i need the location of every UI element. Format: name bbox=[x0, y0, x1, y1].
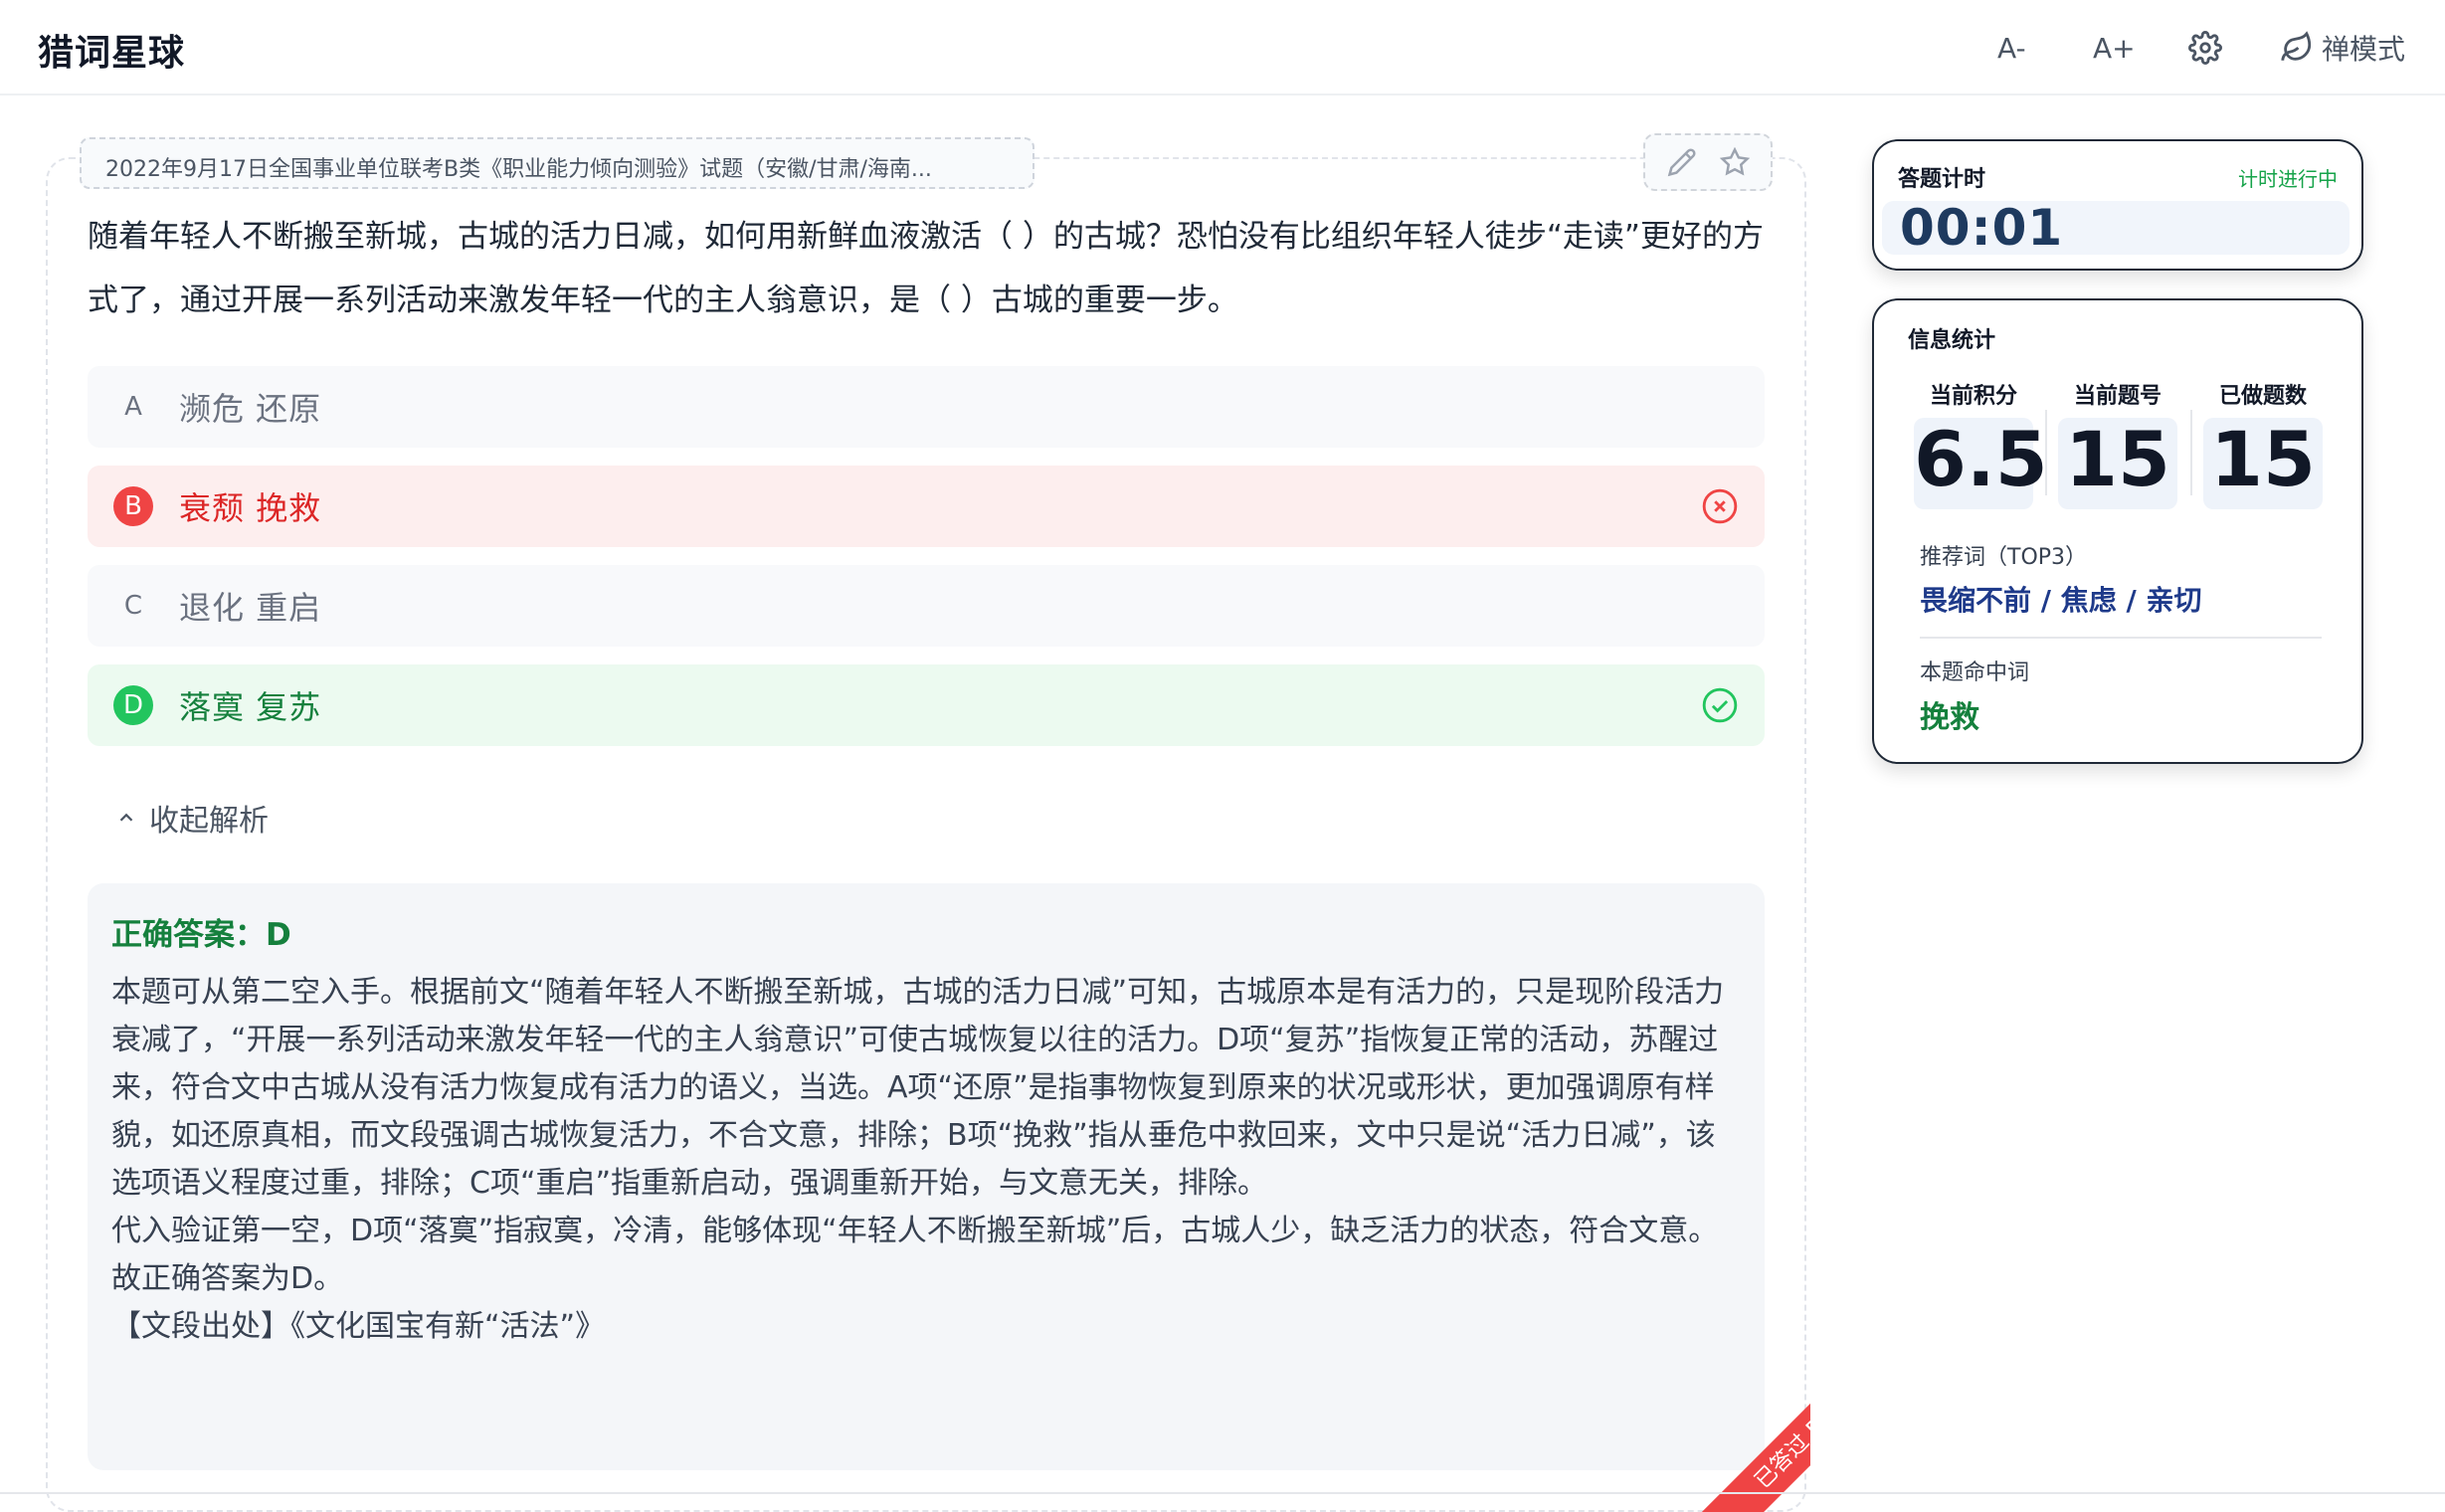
explanation-paragraph: 本题可从第二空入手。根据前文“随着年轻人不断搬至新城，古城的活力日减”可知，古城… bbox=[111, 975, 1725, 1201]
collapse-label: 收起解析 bbox=[149, 804, 269, 839]
star-icon[interactable] bbox=[1719, 147, 1750, 177]
wrong-icon bbox=[1702, 488, 1738, 524]
explanation-paragraph: 【文段出处】《文化国宝有新“活法”》 bbox=[111, 1309, 606, 1344]
chevron-up-icon bbox=[119, 813, 133, 822]
correct-answer-label: 正确答案： bbox=[111, 917, 266, 953]
recommend-label: 推荐词（TOP3） bbox=[1920, 545, 2088, 570]
check-circle-icon bbox=[1702, 687, 1738, 723]
app-title: 猎词星球 bbox=[38, 33, 186, 74]
collapse-explanation-button[interactable]: 收起解析 bbox=[115, 796, 269, 840]
timer-label: 答题计时 bbox=[1898, 167, 1986, 192]
question-tools bbox=[1643, 133, 1773, 191]
stats-panel: 信息统计 当前积分 6.5 当前题号 15 已做题数 15 推荐词（TOP3） … bbox=[1872, 298, 2363, 764]
question-source-tag: 2022年9月17日全国事业单位联考B类《职业能力倾向测验》试题（安徽/甘肃/海… bbox=[80, 137, 1034, 189]
option-d[interactable]: D 落寞 复苏 bbox=[88, 664, 1765, 746]
leaf-icon bbox=[2281, 31, 2312, 61]
option-text: 退化 重启 bbox=[179, 589, 322, 627]
stat-divider bbox=[2190, 410, 2192, 495]
question-stem: 随着年轻人不断搬至新城，古城的活力日减，如何用新鲜血液激活（ ）的古城？恐怕没有… bbox=[88, 219, 1764, 318]
timer-panel: 答题计时 计时进行中 00:01 bbox=[1872, 139, 2363, 271]
stat-value: 15 bbox=[2203, 418, 2323, 509]
option-text: 落寞 复苏 bbox=[179, 688, 322, 726]
zen-mode-button[interactable]: 禅模式 bbox=[2280, 28, 2405, 68]
hit-word-label: 本题命中词 bbox=[1920, 661, 2030, 685]
stat-value: 6.5 bbox=[1914, 418, 2048, 509]
option-letter: A bbox=[124, 392, 142, 422]
hit-word: 挽救 bbox=[1920, 700, 1979, 735]
stat-score: 当前积分 6.5 bbox=[1914, 378, 2048, 509]
zen-mode-label: 禅模式 bbox=[2322, 33, 2406, 66]
correct-answer: 正确答案：D bbox=[111, 909, 291, 954]
timer-value: 00:01 bbox=[1882, 201, 2350, 255]
font-decrease-button[interactable]: A- bbox=[1997, 28, 2026, 68]
font-increase-button[interactable]: A+ bbox=[2093, 28, 2136, 68]
option-b[interactable]: B 衰颓 挽救 bbox=[88, 466, 1765, 547]
stats-title: 信息统计 bbox=[1908, 328, 1996, 353]
option-letter: C bbox=[123, 591, 143, 621]
option-text: 衰颓 挽救 bbox=[179, 489, 322, 527]
timer-status: 计时进行中 bbox=[2238, 167, 2338, 191]
stat-label: 已做题数 bbox=[2218, 384, 2307, 409]
recommend-words: 畏缩不前 / 焦虑 / 亲切 bbox=[1920, 584, 2202, 617]
stat-divider bbox=[2045, 410, 2047, 495]
option-letter: B bbox=[113, 486, 153, 526]
stat-done-count: 已做题数 15 bbox=[2203, 378, 2323, 509]
explanation-text: 本题可从第二空入手。根据前文“随着年轻人不断搬至新城，古城的活力日减”可知，古城… bbox=[111, 969, 1743, 1351]
option-letter: D bbox=[113, 685, 153, 725]
stat-label: 当前积分 bbox=[1929, 384, 2017, 409]
explanation-panel: 正确答案：D 本题可从第二空入手。根据前文“随着年轻人不断搬至新城，古城的活力日… bbox=[88, 883, 1765, 1470]
edit-icon[interactable] bbox=[1667, 147, 1697, 177]
settings-button[interactable] bbox=[2188, 28, 2222, 68]
option-c[interactable]: C 退化 重启 bbox=[88, 565, 1765, 647]
explanation-paragraph: 故正确答案为D。 bbox=[111, 1261, 344, 1296]
divider bbox=[1920, 637, 2322, 639]
option-text: 濒危 还原 bbox=[179, 390, 322, 428]
option-a[interactable]: A 濒危 还原 bbox=[88, 366, 1765, 448]
stat-label: 当前题号 bbox=[2073, 384, 2162, 409]
gear-icon bbox=[2188, 31, 2222, 65]
stat-current-question: 当前题号 15 bbox=[2058, 378, 2177, 509]
stat-value: 15 bbox=[2058, 418, 2177, 509]
explanation-paragraph: 代入验证第一空，D项“落寞”指寂寞，冷清，能够体现“年轻人不断搬至新城”后，古城… bbox=[111, 1214, 1719, 1248]
correct-answer-value: D bbox=[266, 917, 291, 953]
top-bar: 猎词星球 A- A+ 禅模式 bbox=[0, 0, 2445, 95]
bottom-divider bbox=[0, 1492, 2445, 1494]
